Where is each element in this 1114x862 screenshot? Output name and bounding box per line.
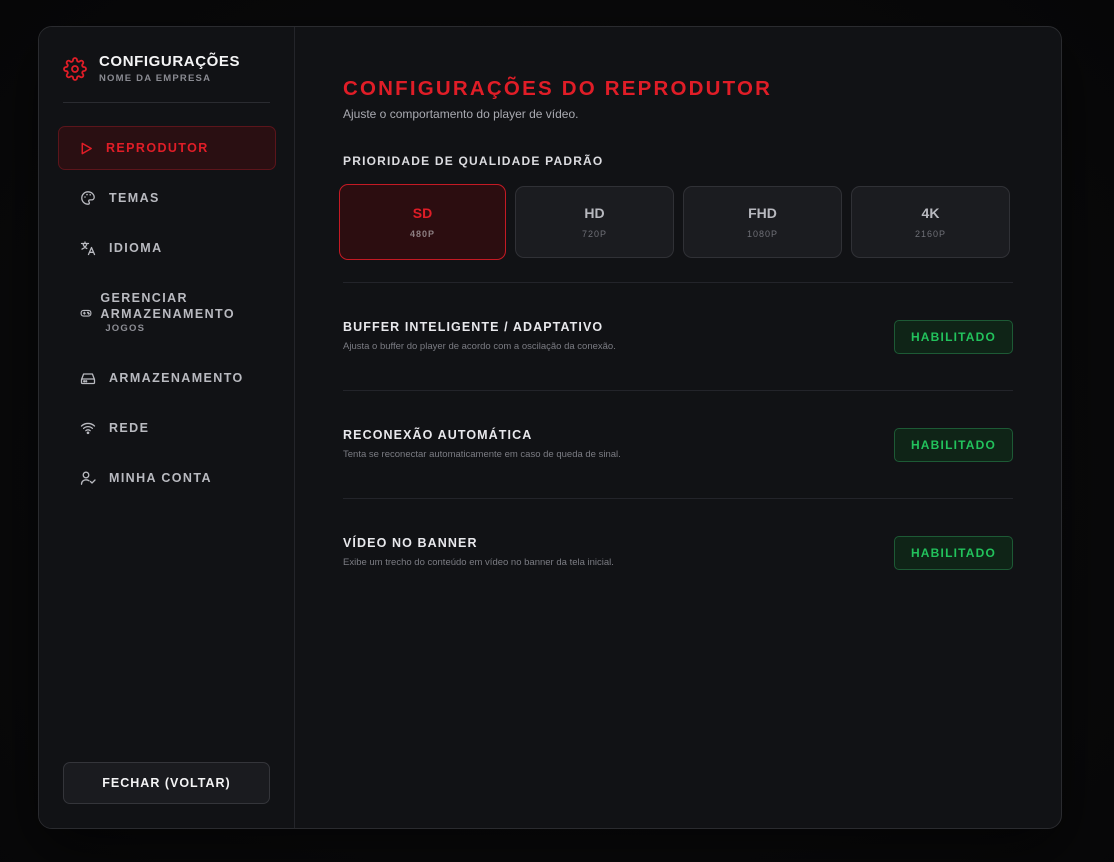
sidebar-nav: REPRODUTOR TEMAS IDIOMA GERENCIAR ARMAZE…	[58, 126, 276, 506]
quality-options: SD 480P HD 720P FHD 1080P 4K 2160P	[339, 184, 1010, 260]
sidebar-item-label: GERENCIAR ARMAZENAMENTO	[100, 291, 235, 321]
page-subtitle: Ajuste o comportamento do player de víde…	[343, 107, 579, 121]
settings-list: BUFFER INTELIGENTE / ADAPTATIVO Ajusta o…	[343, 282, 1013, 606]
auto-reconnect-toggle[interactable]: HABILITADO	[894, 428, 1013, 462]
sidebar-item-sublabel: JOGOS	[105, 323, 146, 334]
quality-option-4k[interactable]: 4K 2160P	[851, 186, 1010, 258]
setting-row-smart-buffer: BUFFER INTELIGENTE / ADAPTATIVO Ajusta o…	[343, 282, 1013, 390]
quality-name: HD	[584, 205, 605, 221]
sidebar-item-label: REDE	[109, 421, 150, 435]
quality-resolution: 480P	[409, 229, 436, 239]
sidebar-item-label: REPRODUTOR	[106, 141, 209, 155]
setting-title: BUFFER INTELIGENTE / ADAPTATIVO	[343, 320, 604, 334]
quality-option-hd[interactable]: HD 720P	[515, 186, 674, 258]
quality-section-label: PRIORIDADE DE QUALIDADE PADRÃO	[343, 154, 604, 168]
gear-icon	[63, 57, 87, 81]
sidebar-item-label: ARMAZENAMENTO	[109, 371, 244, 385]
sidebar-item-account[interactable]: MINHA CONTA	[58, 456, 276, 500]
sidebar-item-themes[interactable]: TEMAS	[58, 176, 276, 220]
brand-title: CONFIGURAÇÕES	[99, 53, 241, 70]
settings-window: CONFIGURAÇÕES NOME DA EMPRESA REPRODUTOR…	[38, 26, 1062, 829]
page-title: CONFIGURAÇÕES DO REPRODUTOR	[343, 77, 773, 100]
sidebar-item-network[interactable]: REDE	[58, 406, 276, 450]
close-button[interactable]: FECHAR (VOLTAR)	[63, 762, 270, 804]
setting-title: RECONEXÃO AUTOMÁTICA	[343, 428, 533, 442]
setting-description: Ajusta o buffer do player de acordo com …	[343, 341, 616, 352]
setting-description: Tenta se reconectar automaticamente em c…	[343, 449, 621, 460]
sidebar-item-label: TEMAS	[109, 191, 160, 205]
quality-name: SD	[412, 205, 433, 221]
main-panel: CONFIGURAÇÕES DO REPRODUTOR Ajuste o com…	[295, 27, 1061, 828]
quality-resolution: 2160P	[914, 229, 947, 239]
play-icon	[78, 140, 94, 156]
sidebar-item-label: IDIOMA	[109, 241, 163, 255]
quality-option-sd[interactable]: SD 480P	[339, 184, 506, 260]
sidebar-item-storage[interactable]: ARMAZENAMENTO	[58, 356, 276, 400]
brand-subtitle: NOME DA EMPRESA	[99, 73, 212, 84]
setting-description: Exibe um trecho do conteúdo em vídeo no …	[343, 557, 614, 568]
quality-name: 4K	[921, 205, 940, 221]
sidebar-item-player[interactable]: REPRODUTOR	[58, 126, 276, 170]
setting-row-banner-video: VÍDEO NO BANNER Exibe um trecho do conte…	[343, 498, 1013, 606]
palette-icon	[80, 190, 96, 206]
quality-resolution: 1080P	[746, 229, 779, 239]
translate-icon	[80, 240, 96, 256]
wifi-icon	[80, 420, 96, 436]
quality-name: FHD	[748, 205, 777, 221]
smart-buffer-toggle[interactable]: HABILITADO	[894, 320, 1013, 354]
banner-video-toggle[interactable]: HABILITADO	[894, 536, 1013, 570]
gamepad-icon	[80, 305, 92, 321]
sidebar-item-label: MINHA CONTA	[109, 471, 212, 485]
setting-row-auto-reconnect: RECONEXÃO AUTOMÁTICA Tenta se reconectar…	[343, 390, 1013, 498]
quality-option-fhd[interactable]: FHD 1080P	[683, 186, 842, 258]
user-check-icon	[80, 470, 96, 486]
sidebar: CONFIGURAÇÕES NOME DA EMPRESA REPRODUTOR…	[39, 27, 295, 828]
setting-title: VÍDEO NO BANNER	[343, 536, 478, 550]
sidebar-divider	[63, 102, 270, 103]
sidebar-item-language[interactable]: IDIOMA	[58, 226, 276, 270]
hard-drive-icon	[80, 370, 96, 386]
brand: CONFIGURAÇÕES NOME DA EMPRESA	[63, 53, 240, 84]
quality-resolution: 720P	[581, 229, 608, 239]
sidebar-item-games-storage[interactable]: GERENCIAR ARMAZENAMENTO JOGOS	[58, 276, 276, 350]
